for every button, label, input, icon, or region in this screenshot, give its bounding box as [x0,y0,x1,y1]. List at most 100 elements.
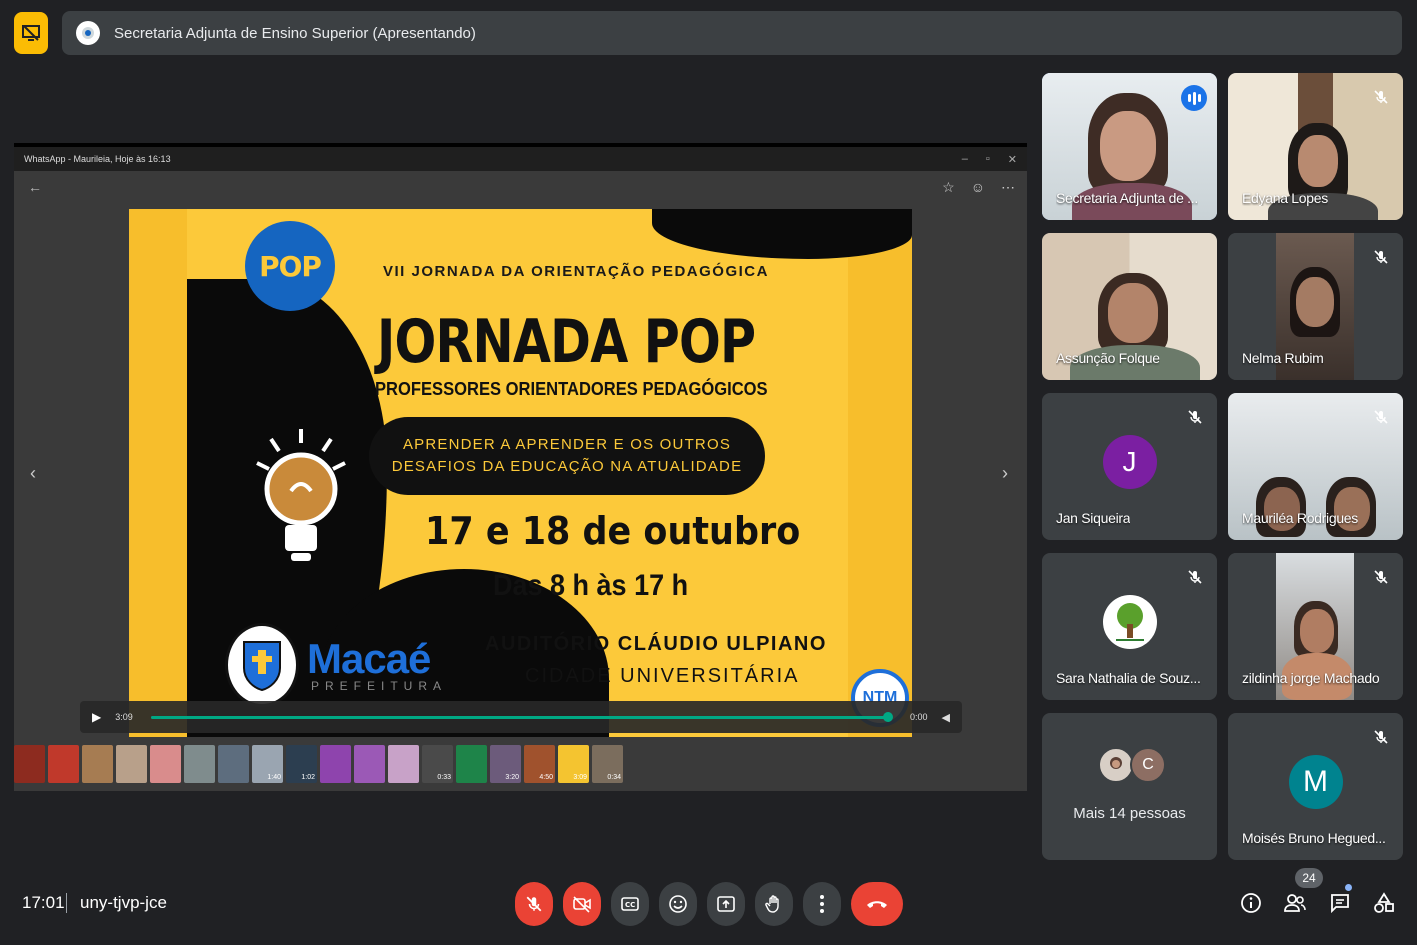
more-people-tile[interactable]: C Mais 14 pessoas [1042,713,1217,860]
minimize-icon: – [961,153,968,165]
mic-off-icon [1371,407,1391,427]
participant-tile[interactable]: Sara Nathalia de Souz... [1042,553,1217,700]
divider [66,893,67,913]
media-thumbnail [184,745,215,783]
avatar: J [1102,435,1157,489]
present-button[interactable] [707,882,745,926]
captions-button[interactable]: CC [611,882,649,926]
emoji-icon [669,895,687,913]
media-thumbnail [388,745,419,783]
present-screen-icon [717,896,735,912]
participant-name: zildinha jorge Machado [1242,670,1380,686]
camera-toggle-button[interactable] [563,882,601,926]
viewer-actions: ☆ ☺ ⋯ [942,179,1015,196]
event-poster: POP VII JORNADA DA ORIENTAÇÃO PEDAGÓGICA… [129,209,912,737]
participant-count-badge: 24 [1295,868,1323,888]
shared-screen: WhatsApp - Maurileia, Hoje às 16:13 – ▫ … [14,143,1027,791]
participant-tile[interactable]: Nelma Rubim [1228,233,1403,380]
media-thumbnail [150,745,181,783]
media-thumbnail: 4:50 [524,745,555,783]
activities-button[interactable] [1371,890,1397,916]
participant-name: Jan Siqueira [1056,510,1131,526]
chat-notification-dot [1345,884,1352,891]
video-progress-bar [150,711,894,722]
mic-off-icon [1371,87,1391,107]
media-thumbnail: 1:40 [252,745,283,783]
media-thumbnail [456,745,487,783]
presenter-title: Secretaria Adjunta de Ensino Superior (A… [114,24,476,42]
poster-venue-sub: CIDADE UNIVERSITÁRIA [525,665,800,687]
restore-icon: ▫ [985,153,990,165]
play-icon: ▶ [92,710,102,724]
participant-tile[interactable]: zildinha jorge Machado [1228,553,1403,700]
avatar: C [1130,747,1166,783]
participant-name: Mauriléa Rodrigues [1242,510,1358,526]
volume-icon: ◀ [941,711,950,724]
participant-tile[interactable]: Mauriléa Rodrigues [1228,393,1403,540]
poster-date: 17 e 18 de outubro [425,509,801,553]
window-controls: – ▫ ✕ [962,153,1017,166]
chat-button[interactable] [1327,890,1353,916]
close-icon: ✕ [1007,154,1017,166]
activities-icon [1374,892,1394,913]
camera-off-icon [573,896,591,913]
participant-tile[interactable]: Assunção Folque [1042,233,1217,380]
star-icon: ☆ [942,179,955,195]
participant-tile[interactable]: M Moisés Bruno Hegued... [1228,713,1403,860]
participant-tile[interactable]: J Jan Siqueira [1042,393,1217,540]
poster-hours: Das 8 h às 17 h [493,569,689,602]
poster-edition: VII JORNADA DA ORIENTAÇÃO PEDAGÓGICA [383,263,769,280]
participant-tile[interactable]: Edyana Lopes [1228,73,1403,220]
video-controls: ▶ 3:09 0:00 ◀ [80,701,962,733]
presenting-icon[interactable] [14,12,48,54]
video-remaining-time: 0:00 [910,712,928,722]
macae-crest-icon [225,623,299,707]
media-thumbnail [218,745,249,783]
video-current-time: 3:09 [115,712,133,722]
participant-name: Nelma Rubim [1242,350,1324,366]
participant-name: Secretaria Adjunta de ... [1056,190,1198,206]
speaking-icon [1181,85,1207,111]
media-thumbnail [116,745,147,783]
next-arrow-icon: › [1002,463,1008,483]
media-thumbnail: 3:20 [490,745,521,783]
captions-icon: CC [621,897,639,911]
poster-subtitle: PROFESSORES ORIENTADORES PEDAGÓGICOS [375,379,768,399]
people-button[interactable] [1282,890,1308,916]
more-vert-icon [820,895,824,913]
more-options-button[interactable] [803,882,841,926]
meeting-code: uny-tjvp-jce [80,893,167,912]
mic-off-icon [1371,727,1391,747]
media-thumbnail [82,745,113,783]
media-thumbnail: 0:34 [592,745,623,783]
macae-sub: PREFEITURA [311,679,448,693]
mic-toggle-button[interactable] [515,882,553,926]
mic-off-icon [1185,567,1205,587]
raise-hand-button[interactable] [755,882,793,926]
more-people-avatars: C [1098,747,1166,783]
media-thumbnail: 1:02 [286,745,317,783]
info-icon [1241,893,1261,913]
mic-off-icon [1371,247,1391,267]
participant-tile[interactable]: Secretaria Adjunta de ... [1042,73,1217,220]
poster-venue: AUDITÓRIO CLÁUDIO ULPIANO [485,633,827,655]
media-thumbnail [354,745,385,783]
meeting-time: 17:01 [22,893,65,912]
media-thumbnail [14,745,45,783]
svg-text:CC: CC [625,901,635,909]
mic-off-icon [526,896,542,912]
avatar: M [1288,755,1343,809]
lightbulb-icon [256,429,346,561]
mic-off-icon [1185,407,1205,427]
poster-theme: APRENDER A APRENDER E OS OUTROS DESAFIOS… [369,417,765,495]
reactions-button[interactable] [659,882,697,926]
media-viewer-toolbar: ← ☆ ☺ ⋯ [14,171,1027,207]
back-arrow-icon: ← [28,179,42,195]
pop-logo: POP [245,221,335,311]
mic-off-icon [1371,567,1391,587]
media-thumbnail [48,745,79,783]
more-people-label: Mais 14 pessoas [1073,805,1186,822]
hand-icon [765,895,779,913]
leave-call-button[interactable] [851,882,903,926]
meeting-details-button[interactable] [1238,890,1264,916]
